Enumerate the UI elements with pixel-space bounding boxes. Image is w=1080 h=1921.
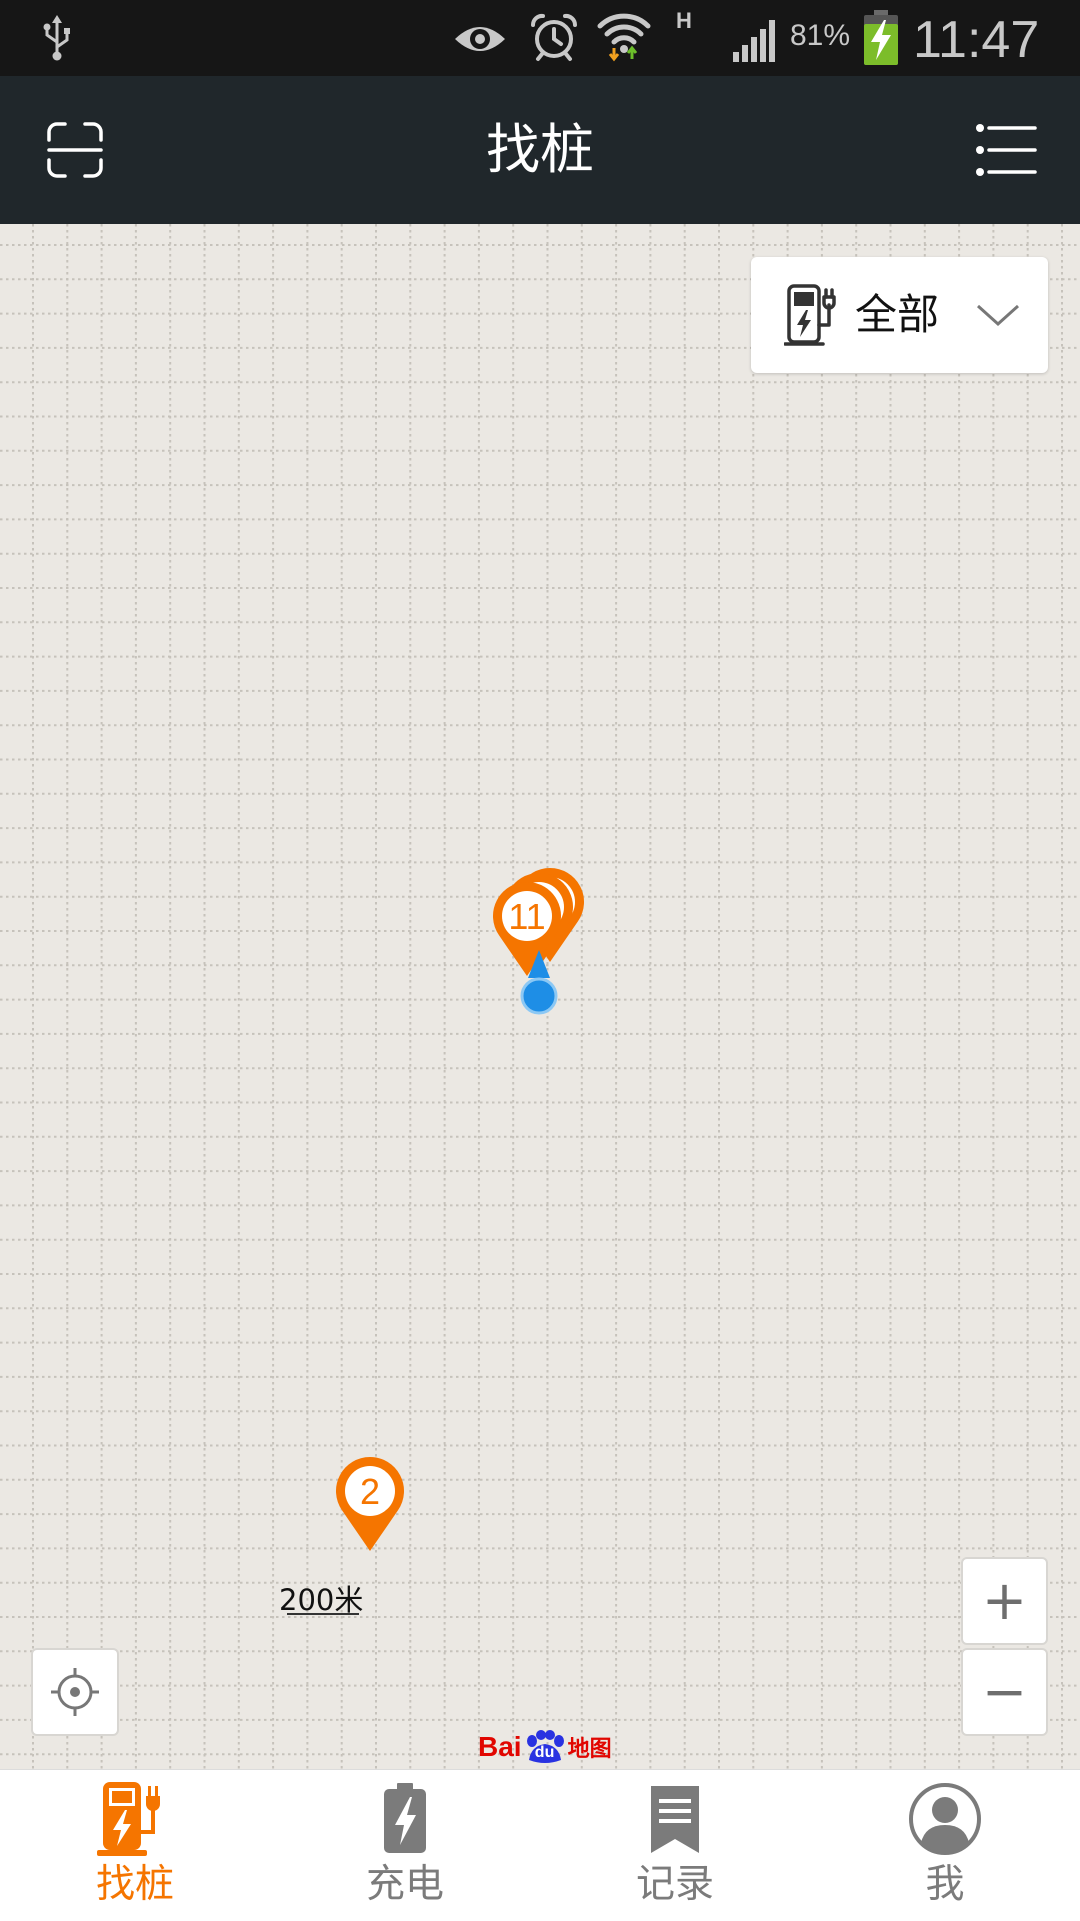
zoom-out-button[interactable]: −	[961, 1648, 1048, 1736]
network-type: H	[676, 8, 692, 33]
locate-button[interactable]	[31, 1648, 119, 1736]
user-icon	[909, 1783, 981, 1855]
wifi-icon	[597, 13, 651, 62]
tab-charging[interactable]: 充电	[270, 1770, 540, 1921]
battery-charging-icon	[864, 10, 898, 65]
battery-percent: 81%	[790, 19, 851, 52]
charging-station-icon	[784, 284, 836, 346]
tab-label: 我	[925, 1862, 965, 1907]
signal-icon	[733, 20, 775, 62]
menu-icon[interactable]	[975, 122, 1037, 178]
station-cluster-marker[interactable]: 2	[334, 1455, 406, 1551]
tab-records[interactable]: 记录	[540, 1770, 810, 1921]
tab-label: 找桩	[95, 1862, 174, 1907]
battery-charge-icon	[384, 1783, 426, 1853]
bottom-tab-bar: 找桩 充电 记录 我	[0, 1769, 1080, 1920]
chevron-down-icon	[976, 304, 1020, 327]
cluster-count: 2	[360, 1471, 380, 1512]
map-scale-bar	[287, 1613, 359, 1615]
app-header: 找桩	[0, 76, 1080, 224]
zoom-out-symbol: −	[981, 1660, 1028, 1723]
filter-selected-label: 全部	[855, 290, 940, 339]
zoom-in-symbol: +	[981, 1569, 1028, 1632]
logo-du: du	[534, 1744, 555, 1761]
page-title: 找桩	[486, 118, 594, 181]
clock: 11:47	[913, 11, 1040, 69]
logo-bai: Bai	[478, 1731, 522, 1762]
charging-station-icon	[97, 1782, 160, 1856]
map-view[interactable]: 全部 11 2 200米 + − Bai du 地图	[0, 224, 1080, 1769]
tab-find-station[interactable]: 找桩	[0, 1770, 270, 1921]
locate-icon	[51, 1668, 99, 1716]
logo-ditu: 地图	[567, 1737, 612, 1762]
baidu-map-logo: Bai du 地图	[478, 1730, 612, 1764]
station-filter-dropdown[interactable]: 全部	[751, 257, 1048, 373]
zoom-in-button[interactable]: +	[961, 1557, 1048, 1645]
record-icon	[651, 1786, 699, 1853]
cluster-count: 11	[508, 896, 545, 937]
tab-label: 充电	[365, 1862, 444, 1907]
eye-icon	[455, 27, 505, 51]
alarm-icon	[530, 13, 578, 61]
current-location-icon	[520, 950, 558, 1015]
tab-label: 记录	[635, 1862, 714, 1907]
tab-profile[interactable]: 我	[810, 1770, 1080, 1921]
baidu-paw-icon: du	[523, 1730, 567, 1764]
status-bar: H 81% 11:47	[0, 0, 1080, 76]
usb-icon	[43, 15, 70, 61]
